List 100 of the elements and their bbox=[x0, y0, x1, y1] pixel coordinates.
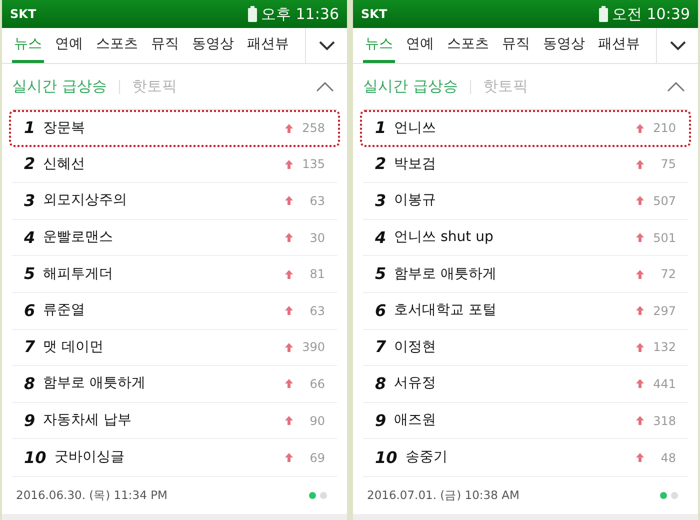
rank-number: 4 bbox=[24, 226, 36, 249]
rank-number: 2 bbox=[24, 153, 36, 176]
category-tab[interactable]: 패션뷰 bbox=[596, 28, 642, 63]
change-count: 66 bbox=[308, 376, 325, 393]
change-count: 48 bbox=[660, 450, 676, 467]
up-arrow-icon bbox=[285, 196, 293, 206]
change-count: 258 bbox=[301, 120, 325, 138]
change-count: 90 bbox=[308, 412, 325, 430]
keyword-row[interactable]: 7 맷 데이먼 390 bbox=[12, 330, 337, 366]
keyword-text: 서유정 bbox=[394, 374, 436, 394]
rank-number: 8 bbox=[24, 372, 36, 395]
up-arrow-icon bbox=[636, 233, 644, 242]
clock-label: 오전 10:39 bbox=[612, 4, 690, 25]
rank-number: 7 bbox=[24, 336, 36, 358]
change-count: 75 bbox=[660, 156, 676, 174]
keyword-text: 함부로 애틋하게 bbox=[394, 264, 497, 284]
keyword-row[interactable]: 9 애즈원 318 bbox=[363, 402, 688, 440]
up-arrow-icon bbox=[285, 160, 293, 169]
category-tab[interactable]: 뮤직 bbox=[149, 28, 181, 63]
up-arrow-icon bbox=[285, 379, 293, 388]
keyword-row[interactable]: 10 굿바이싱글 69 bbox=[12, 439, 337, 476]
category-tab[interactable]: 스포츠 bbox=[445, 28, 491, 63]
keyword-text: 박보검 bbox=[394, 154, 436, 174]
keyword-row[interactable]: 6 호서대학교 포털 297 bbox=[363, 292, 688, 330]
up-arrow-icon bbox=[636, 453, 644, 462]
category-tab[interactable]: 뮤직 bbox=[500, 28, 532, 63]
change-count: 210 bbox=[652, 120, 676, 138]
rank-number: 1 bbox=[375, 117, 386, 140]
clock-label: 오후 11:36 bbox=[261, 4, 339, 25]
rank-number: 3 bbox=[24, 190, 36, 212]
chevron-up-icon bbox=[316, 82, 334, 92]
rank-number: 1 bbox=[24, 117, 36, 140]
up-arrow-icon bbox=[285, 306, 293, 316]
keyword-text: 신혜선 bbox=[43, 154, 86, 174]
category-tab[interactable]: 동영상 bbox=[190, 28, 236, 63]
timestamp-text: 2016.07.01. (금) 10:38 AM bbox=[367, 486, 520, 504]
keyword-row[interactable]: 6 류준열 63 bbox=[12, 292, 337, 330]
change-count: 72 bbox=[660, 266, 676, 284]
up-arrow-icon bbox=[636, 342, 644, 352]
keyword-text: 해피투게더 bbox=[43, 264, 114, 284]
keyword-row[interactable]: 2 신혜선 135 bbox=[12, 146, 337, 184]
change-count: 30 bbox=[308, 230, 325, 247]
change-count: 135 bbox=[301, 156, 325, 174]
rank-number: 9 bbox=[24, 410, 36, 432]
keyword-text: 이봉규 bbox=[394, 191, 436, 210]
keyword-row[interactable]: 4 운빨로맨스 30 bbox=[12, 220, 337, 256]
category-tab[interactable]: 뉴스 bbox=[12, 28, 44, 63]
change-count: 390 bbox=[301, 339, 325, 356]
up-arrow-icon bbox=[636, 416, 644, 426]
keyword-row[interactable]: 4 언니쓰 shut up 501 bbox=[363, 220, 688, 256]
keyword-text: 외모지상주의 bbox=[43, 191, 128, 210]
rank-number: 10 bbox=[24, 446, 46, 469]
rank-number: 3 bbox=[375, 190, 386, 212]
change-count: 318 bbox=[652, 412, 676, 430]
change-count: 507 bbox=[652, 192, 676, 210]
category-tab[interactable]: 연예 bbox=[404, 28, 436, 63]
rank-number: 4 bbox=[375, 226, 386, 249]
keyword-row[interactable]: 3 외모지상주의 63 bbox=[12, 183, 337, 220]
keyword-text: 이정현 bbox=[394, 338, 436, 357]
up-arrow-icon bbox=[636, 196, 644, 206]
keyword-row[interactable]: 7 이정현 132 bbox=[363, 330, 688, 366]
keyword-row[interactable]: 8 함부로 애틋하게 66 bbox=[12, 366, 337, 403]
keyword-text: 장문복 bbox=[43, 118, 86, 138]
keyword-row[interactable]: 9 자동차세 납부 90 bbox=[12, 402, 337, 440]
chevron-up-icon bbox=[667, 82, 685, 92]
up-arrow-icon bbox=[636, 379, 644, 388]
keyword-row[interactable]: 1 장문복 258 bbox=[9, 110, 340, 147]
keyword-row[interactable]: 10 송중기 48 bbox=[363, 439, 688, 476]
rank-number: 9 bbox=[375, 410, 386, 432]
chevron-down-icon bbox=[670, 40, 686, 50]
category-tab[interactable]: 뉴스 bbox=[363, 28, 395, 63]
keyword-text: 송중기 bbox=[405, 448, 448, 468]
up-arrow-icon bbox=[636, 124, 644, 133]
keyword-text: 자동차세 납부 bbox=[43, 411, 132, 430]
change-count: 132 bbox=[652, 339, 676, 356]
battery-icon bbox=[248, 6, 257, 22]
keyword-row[interactable]: 8 서유정 441 bbox=[363, 366, 688, 403]
category-tab[interactable]: 패션뷰 bbox=[245, 28, 291, 63]
keyword-row[interactable]: 5 함부로 애틋하게 72 bbox=[363, 256, 688, 293]
keyword-text: 굿바이싱글 bbox=[54, 448, 124, 468]
rank-number: 5 bbox=[24, 263, 36, 286]
change-count: 81 bbox=[308, 266, 325, 284]
category-tab[interactable]: 동영상 bbox=[541, 28, 587, 63]
keyword-text: 호서대학교 포털 bbox=[394, 301, 497, 320]
up-arrow-icon bbox=[285, 453, 293, 462]
keyword-row[interactable]: 3 이봉규 507 bbox=[363, 183, 688, 220]
up-arrow-icon bbox=[636, 160, 644, 169]
category-tab[interactable]: 연예 bbox=[53, 28, 85, 63]
keyword-row[interactable]: 5 해피투게더 81 bbox=[12, 256, 337, 293]
rank-number: 6 bbox=[375, 300, 386, 322]
keyword-row[interactable]: 1 언니쓰 210 bbox=[360, 110, 691, 147]
up-arrow-icon bbox=[285, 124, 293, 133]
category-tab[interactable]: 스포츠 bbox=[94, 28, 140, 63]
change-count: 297 bbox=[652, 302, 676, 320]
keyword-row[interactable]: 2 박보검 75 bbox=[363, 146, 688, 184]
keyword-text: 함부로 애틋하게 bbox=[43, 374, 146, 394]
rank-number: 6 bbox=[24, 300, 36, 322]
rank-number: 7 bbox=[375, 336, 386, 358]
change-count: 69 bbox=[308, 450, 325, 467]
up-arrow-icon bbox=[636, 306, 644, 316]
